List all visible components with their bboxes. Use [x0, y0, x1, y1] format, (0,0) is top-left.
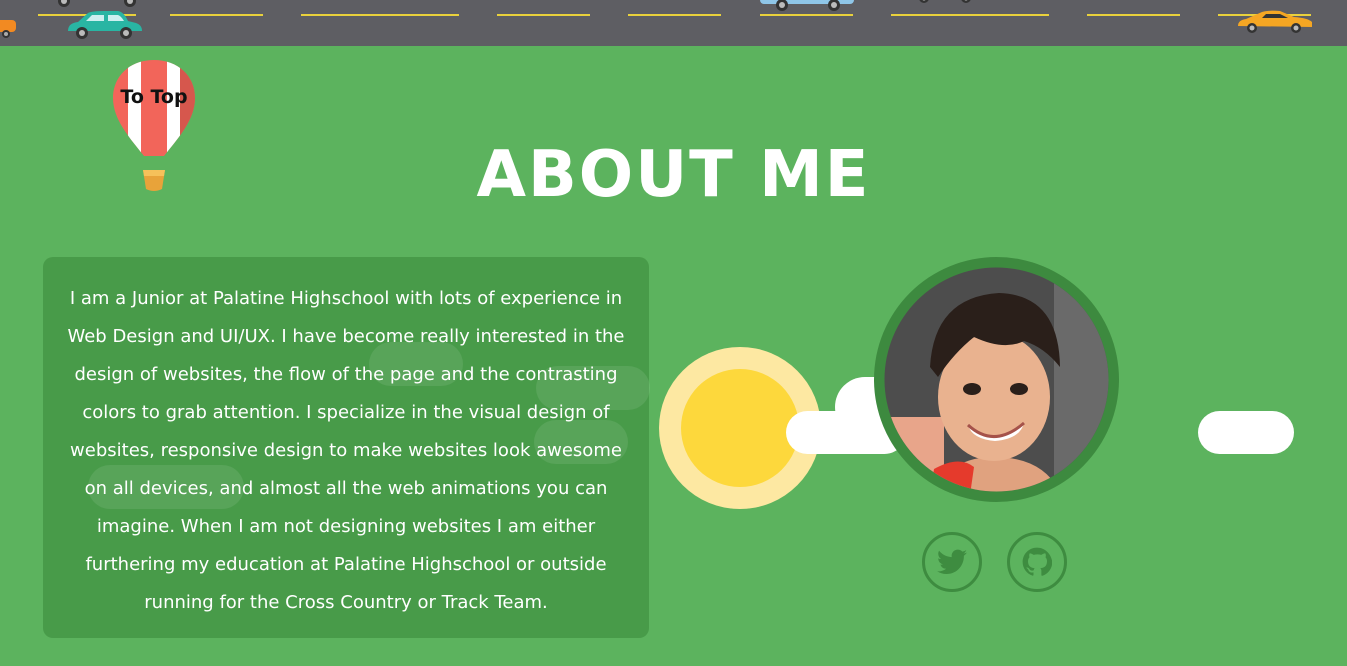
to-top-label: To Top [120, 86, 188, 108]
faint-cloud [534, 420, 628, 464]
faint-cloud [88, 465, 244, 509]
avatar [874, 257, 1119, 502]
section-title: ABOUT ME [476, 138, 871, 212]
lane-marking [1087, 14, 1180, 16]
lane-marking [497, 14, 590, 16]
twitter-icon [937, 549, 967, 574]
sun-icon [681, 369, 799, 487]
teal-car-icon [68, 11, 142, 39]
twitter-button[interactable] [922, 532, 982, 592]
lane-marking [891, 14, 1049, 16]
cloud [1198, 411, 1294, 454]
yellow-car-icon [1238, 10, 1312, 33]
white-car-icon [58, 0, 136, 7]
road-banner [0, 0, 1347, 46]
faint-cloud [536, 366, 650, 410]
faint-cloud [369, 342, 463, 386]
lane-marking [628, 14, 721, 16]
dark-car-icon [919, 0, 971, 3]
github-icon [1022, 547, 1052, 576]
github-button[interactable] [1007, 532, 1067, 592]
profile-photo [884, 267, 1109, 492]
lane-marking [760, 14, 853, 16]
lane-marking [301, 14, 459, 16]
blue-car-icon [760, 0, 854, 11]
lane-marking [170, 14, 263, 16]
orange-car-icon [0, 20, 16, 38]
